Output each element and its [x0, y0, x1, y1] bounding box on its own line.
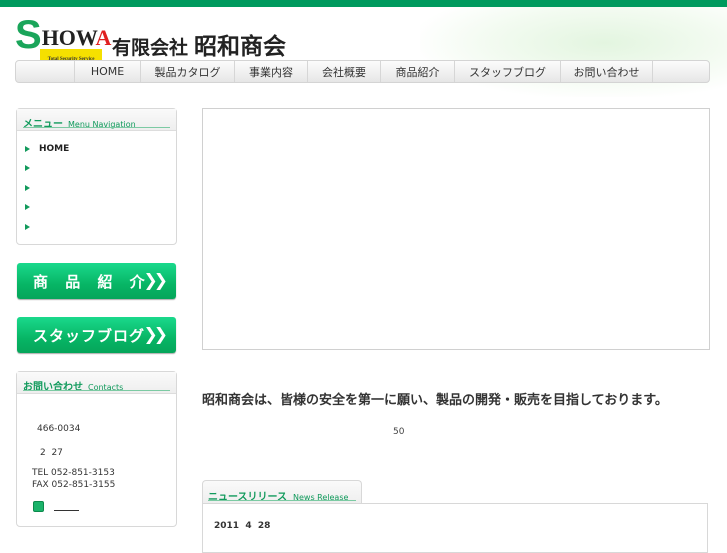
- menu-list: HOME: [17, 131, 176, 237]
- blog-button-label: スタッフブログ: [33, 326, 146, 345]
- news-date: 2011 4 28: [214, 521, 271, 531]
- logo[interactable]: S HOWA Total Security Service: [15, 13, 111, 71]
- contacts-header: お問い合わせ Contacts: [17, 372, 176, 394]
- news-box: 2011 4 28: [202, 503, 708, 553]
- nav-contact[interactable]: お問い合わせ: [561, 61, 653, 82]
- nav-catalog[interactable]: 製品カタログ: [141, 61, 235, 82]
- address: 2 27: [40, 448, 63, 458]
- years-text: 50: [393, 427, 405, 437]
- top-bar: [0, 0, 727, 7]
- mail-icon[interactable]: [33, 501, 44, 512]
- arrow-icon: [25, 204, 30, 211]
- arrow-icon: [25, 165, 30, 172]
- company-title: 昭和商会: [194, 34, 287, 60]
- contacts-subtitle: Contacts: [88, 383, 124, 392]
- menu-title: メニュー: [23, 119, 63, 130]
- fax: FAX 052-851-3155: [32, 480, 116, 490]
- menu-item-home[interactable]: HOME: [25, 139, 176, 159]
- logo-s: S: [15, 13, 42, 57]
- blog-button[interactable]: スタッフブログ ❯❯: [17, 317, 176, 353]
- company-name: 有限会社 昭和商会: [112, 27, 286, 61]
- header-decoration: [420, 7, 727, 97]
- news-header: ニュースリリース News Release: [202, 480, 362, 504]
- menu-item[interactable]: [25, 217, 176, 237]
- products-button[interactable]: 商 品 紹 介 ❯❯: [17, 263, 176, 299]
- tel: TEL 052-851-3153: [32, 468, 115, 478]
- postal-code: 466-0034: [37, 424, 81, 434]
- menu-header: メニュー Menu Navigation: [17, 109, 176, 131]
- contacts-box: お問い合わせ Contacts 466-0034 2 27 TEL 052-851…: [16, 371, 177, 527]
- double-chevron-icon: ❯❯: [143, 271, 168, 291]
- main-nav: HOME 製品カタログ 事業内容 会社概要 商品紹介 スタッフブログ お問い合わ…: [15, 60, 710, 83]
- products-button-label: 商 品 紹 介: [33, 272, 151, 291]
- menu-subtitle: Menu Navigation: [68, 120, 136, 129]
- menu-item[interactable]: [25, 198, 176, 218]
- news-title: ニュースリリース: [208, 492, 287, 503]
- nav-products[interactable]: 商品紹介: [381, 61, 455, 82]
- logo-text: HOWA Total Security Service: [39, 27, 111, 71]
- nav-business[interactable]: 事業内容: [235, 61, 308, 82]
- arrow-icon: [25, 223, 30, 230]
- main-image: [202, 108, 710, 350]
- arrow-icon: [25, 145, 30, 152]
- menu-item[interactable]: [25, 159, 176, 179]
- news-subtitle: News Release: [293, 493, 349, 502]
- nav-blog[interactable]: スタッフブログ: [455, 61, 561, 82]
- nav-home[interactable]: HOME: [75, 61, 141, 82]
- nav-company[interactable]: 会社概要: [308, 61, 381, 82]
- arrow-icon: [25, 184, 30, 191]
- mail-link[interactable]: [54, 510, 79, 511]
- tagline: 昭和商会は、皆様の安全を第一に願い、製品の開発・販売を目指しております。: [202, 393, 668, 408]
- company-prefix: 有限会社: [112, 37, 189, 59]
- nav-spacer: [16, 61, 75, 82]
- menu-item[interactable]: [25, 178, 176, 198]
- contacts-title: お問い合わせ: [23, 382, 83, 393]
- menu-box: メニュー Menu Navigation HOME: [16, 108, 177, 245]
- double-chevron-icon: ❯❯: [143, 325, 168, 345]
- menu-item-label: HOME: [39, 143, 70, 154]
